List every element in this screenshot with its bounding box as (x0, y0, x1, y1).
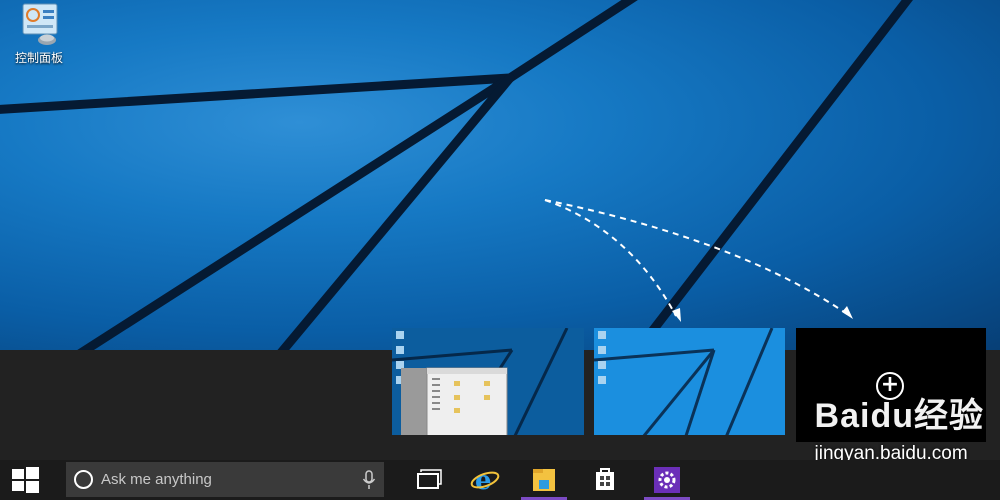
windows-logo-icon (12, 467, 39, 493)
store-button[interactable] (582, 460, 628, 500)
svg-text:e: e (475, 466, 492, 496)
wallpaper (0, 0, 913, 350)
desktop-icon-control-panel[interactable]: 控制面板 (6, 2, 72, 66)
search-box[interactable] (66, 462, 384, 497)
control-panel-icon (15, 2, 63, 46)
microphone-icon[interactable] (362, 470, 376, 494)
watermark: Baidu经验 jingyan.baidu.com (815, 388, 984, 465)
folder-icon (533, 469, 555, 491)
start-button[interactable] (0, 460, 52, 500)
cortana-circle-icon (74, 470, 93, 489)
desktop-icon-label: 控制面板 (14, 51, 63, 65)
task-view-button[interactable] (404, 460, 450, 500)
file-explorer-button[interactable] (521, 460, 567, 500)
store-icon (596, 468, 614, 490)
desktop-1-thumbnail[interactable] (392, 328, 584, 442)
ie-icon: e (470, 466, 500, 496)
desktop: 控制面板 (0, 0, 1000, 350)
desktop-2-thumbnail[interactable] (594, 328, 785, 442)
task-view-icon (417, 469, 442, 489)
watermark-brand: Baidu经验 (814, 397, 984, 435)
internet-explorer-button[interactable]: e (462, 460, 508, 500)
gear-icon (654, 467, 680, 493)
taskbar: e (0, 460, 1000, 500)
search-input[interactable] (101, 462, 351, 497)
settings-button[interactable] (644, 460, 690, 500)
